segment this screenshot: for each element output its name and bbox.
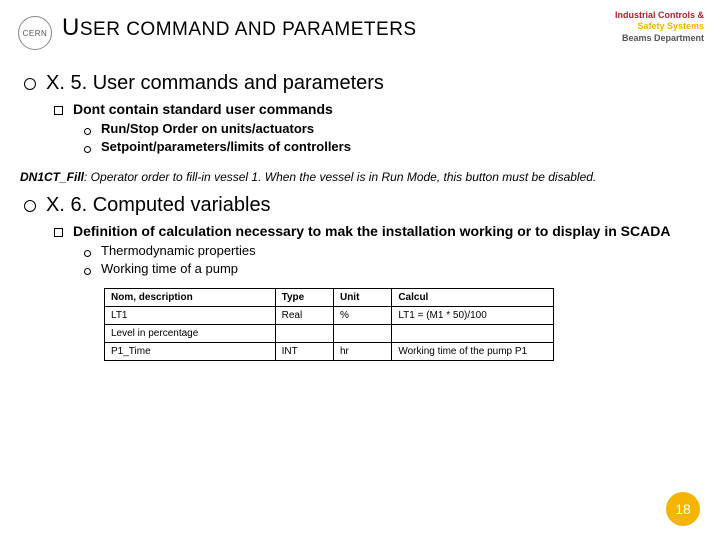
bullet-circle-icon bbox=[24, 78, 36, 90]
table: Nom, description Type Unit Calcul LT1 Re… bbox=[104, 288, 554, 361]
slide: CERN USER COMMAND AND PARAMETERS Industr… bbox=[0, 0, 720, 540]
table-row: Level in percentage bbox=[105, 325, 554, 343]
td: hr bbox=[333, 343, 391, 361]
td: LT1 = (M1 * 50)/100 bbox=[392, 307, 554, 325]
x5-bul1: Run/Stop Order on units/actuators bbox=[84, 121, 702, 136]
cern-logo-icon: CERN bbox=[18, 16, 52, 50]
text: Dont contain standard user commands bbox=[73, 101, 333, 117]
text: X. 6. Computed variables bbox=[46, 194, 271, 217]
x6-sub1: Definition of calculation necessary to m… bbox=[54, 223, 702, 239]
text: X. 5. User commands and parameters bbox=[46, 72, 384, 95]
table-row: LT1 Real % LT1 = (M1 * 50)/100 bbox=[105, 307, 554, 325]
table-header-row: Nom, description Type Unit Calcul bbox=[105, 289, 554, 307]
td: LT1 bbox=[105, 307, 276, 325]
text: Working time of a pump bbox=[101, 261, 238, 276]
section-x6-heading: X. 6. Computed variables bbox=[24, 194, 702, 217]
bullet-circle-icon bbox=[24, 200, 36, 212]
dept-line-1: Industrial Controls & bbox=[615, 10, 704, 21]
content: X. 5. User commands and parameters Dont … bbox=[18, 72, 702, 361]
page-number-badge: 18 bbox=[666, 492, 700, 526]
text: Thermodynamic properties bbox=[101, 243, 256, 258]
td bbox=[392, 325, 554, 343]
bullet-small-circle-icon bbox=[84, 250, 91, 257]
th-calcul: Calcul bbox=[392, 289, 554, 307]
computed-vars-table: Nom, description Type Unit Calcul LT1 Re… bbox=[104, 288, 554, 361]
header: CERN USER COMMAND AND PARAMETERS bbox=[18, 14, 702, 50]
td: P1_Time bbox=[105, 343, 276, 361]
th-type: Type bbox=[275, 289, 333, 307]
td: Level in percentage bbox=[105, 325, 276, 343]
th-unit: Unit bbox=[333, 289, 391, 307]
x6-bul2: Working time of a pump bbox=[84, 261, 702, 276]
td: Working time of the pump P1 bbox=[392, 343, 554, 361]
bullet-small-circle-icon bbox=[84, 268, 91, 275]
section-x5-heading: X. 5. User commands and parameters bbox=[24, 72, 702, 95]
note-text: : Operator order to fill-in vessel 1. Wh… bbox=[84, 170, 596, 184]
th-nom: Nom, description bbox=[105, 289, 276, 307]
slide-title: USER COMMAND AND PARAMETERS bbox=[62, 14, 417, 42]
x5-bul2: Setpoint/parameters/limits of controller… bbox=[84, 139, 702, 154]
bullet-small-circle-icon bbox=[84, 146, 91, 153]
note-key: DN1CT_Fill bbox=[20, 170, 84, 184]
dn1ct-note: DN1CT_Fill: Operator order to fill-in ve… bbox=[20, 170, 702, 184]
td: INT bbox=[275, 343, 333, 361]
bullet-square-icon bbox=[54, 228, 63, 237]
td bbox=[333, 325, 391, 343]
table-row: P1_Time INT hr Working time of the pump … bbox=[105, 343, 554, 361]
dept-line-3: Beams Department bbox=[615, 33, 704, 44]
td bbox=[275, 325, 333, 343]
dept-line-2: Safety Systems bbox=[615, 21, 704, 32]
x5-sub1: Dont contain standard user commands bbox=[54, 101, 702, 117]
bullet-small-circle-icon bbox=[84, 128, 91, 135]
text: Setpoint/parameters/limits of controller… bbox=[101, 139, 351, 154]
text: Definition of calculation necessary to m… bbox=[73, 223, 670, 239]
department-block: Industrial Controls & Safety Systems Bea… bbox=[615, 10, 704, 44]
td: % bbox=[333, 307, 391, 325]
bullet-square-icon bbox=[54, 106, 63, 115]
td: Real bbox=[275, 307, 333, 325]
x6-bul1: Thermodynamic properties bbox=[84, 243, 702, 258]
text: Run/Stop Order on units/actuators bbox=[101, 121, 314, 136]
